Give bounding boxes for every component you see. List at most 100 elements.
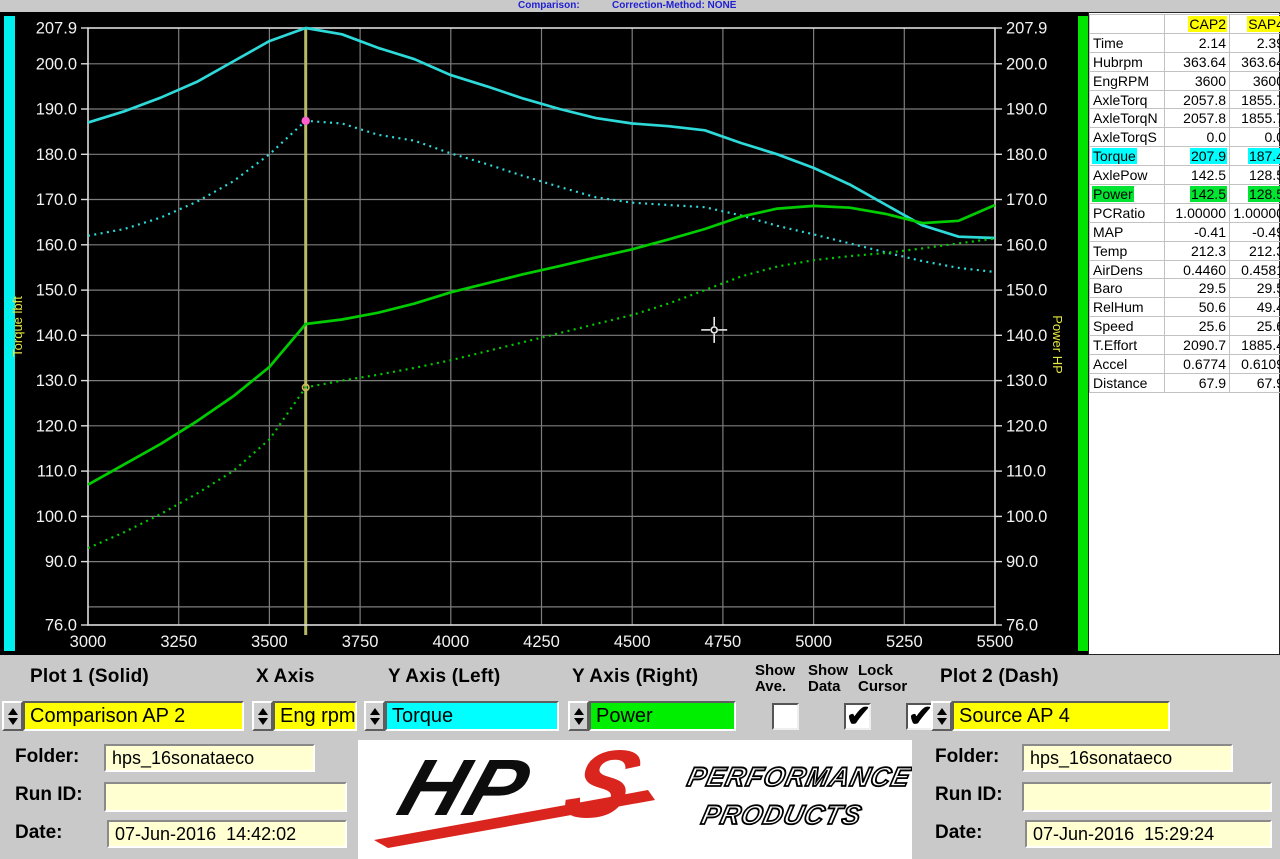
table-row: T.Effort2090.71885.4 (1090, 336, 1280, 355)
show-data-checkbox[interactable]: ✔ (844, 703, 871, 730)
svg-text:180.0: 180.0 (1006, 146, 1047, 164)
row-value: 128.5 (1248, 186, 1280, 202)
date-label-left: Date: (15, 822, 63, 844)
dyno-chart[interactable]: 207.9207.9200.0200.0190.0190.0180.0180.0… (0, 12, 1088, 655)
up-arrow-icon (370, 708, 380, 715)
row-label: Power (1092, 186, 1134, 202)
row-label: EngRPM (1092, 73, 1150, 89)
row-label: AxlePow (1092, 167, 1148, 183)
chart-area: 207.9207.9200.0200.0190.0190.0180.0180.0… (0, 12, 1088, 655)
show-data-label: ShowData (808, 663, 848, 695)
svg-text:207.9: 207.9 (1006, 20, 1047, 38)
table-row: AirDens0.44600.4581 (1090, 260, 1280, 279)
table-row: Time2.142.39 (1090, 33, 1280, 52)
row-value: 25.6 (1256, 318, 1280, 334)
folder-input-left[interactable]: hps_16sonataeco (104, 744, 315, 772)
svg-text:190.0: 190.0 (1006, 101, 1047, 119)
row-label: MAP (1092, 224, 1124, 240)
row-value: 2.39 (1256, 35, 1280, 51)
up-arrow-icon (8, 708, 18, 715)
table-row: AxleTorq2057.81855.7 (1090, 90, 1280, 109)
up-arrow-icon (258, 708, 268, 715)
yaxis-right-field[interactable]: Power (589, 701, 736, 731)
svg-text:5250: 5250 (886, 633, 923, 651)
svg-text:160.0: 160.0 (36, 236, 77, 254)
table-row: RelHum 50.6 49.4 (1090, 298, 1280, 317)
table-header-row: CAP2 SAP4 (1090, 15, 1280, 34)
row-label: RelHum (1092, 299, 1145, 315)
date-input-left[interactable]: 07-Jun-2016 14:42:02 (107, 820, 347, 848)
plot2-field[interactable]: Source AP 4 (952, 701, 1170, 731)
row-value: 2057.8 (1182, 92, 1227, 108)
table-row: Speed25.625.6 (1090, 317, 1280, 336)
run-id-input-left[interactable] (104, 782, 347, 812)
svg-text:120.0: 120.0 (36, 417, 77, 435)
row-value: 0.6109 (1240, 356, 1280, 372)
svg-text:110.0: 110.0 (37, 463, 77, 481)
row-label: PCRatio (1092, 205, 1146, 221)
row-value: 363.64 (1182, 54, 1227, 70)
row-value: 0.4581 (1240, 262, 1280, 278)
row-label: AxleTorqS (1092, 129, 1158, 145)
row-value: 1.00000 (1232, 205, 1280, 221)
svg-text:4000: 4000 (432, 633, 469, 651)
yaxis-right-label: Y Axis (Right) (572, 666, 698, 688)
plot1-field[interactable]: Comparison AP 2 (23, 701, 244, 731)
date-label-right: Date: (935, 822, 983, 844)
svg-text:207.9: 207.9 (36, 20, 77, 38)
run-id-input-right[interactable] (1022, 782, 1272, 812)
svg-text:110.0: 110.0 (1006, 463, 1046, 481)
row-value: 2090.7 (1182, 337, 1227, 353)
lock-cursor-checkbox[interactable]: ✔ (906, 703, 933, 730)
xaxis-field[interactable]: Eng rpm (273, 701, 357, 731)
data-panel: CAP2 SAP4 Time2.142.39Hubrpm363.64363.64… (1088, 12, 1280, 655)
folder-label-right: Folder: (935, 746, 999, 768)
xaxis-spinner[interactable] (252, 701, 273, 731)
svg-text:200.0: 200.0 (36, 55, 77, 73)
row-value: 67.9 (1256, 375, 1280, 391)
yaxis-right-spinner[interactable] (568, 701, 589, 731)
row-value: 1885.4 (1240, 337, 1280, 353)
table-row: MAP-0.41-0.49 (1090, 222, 1280, 241)
svg-text:140.0: 140.0 (36, 327, 77, 345)
column-header-cap2: CAP2 (1188, 16, 1227, 32)
svg-text:160.0: 160.0 (1006, 236, 1047, 254)
up-arrow-icon (574, 708, 584, 715)
plot2-label: Plot 2 (Dash) (940, 666, 1059, 688)
yaxis-left-field[interactable]: Torque (385, 701, 559, 731)
show-ave-label: ShowAve. (755, 663, 795, 695)
table-row: AxleTorqN2057.81855.7 (1090, 109, 1280, 128)
folder-input-right[interactable]: hps_16sonataeco (1022, 744, 1233, 772)
date-input-right[interactable]: 07-Jun-2016 15:29:24 (1025, 820, 1272, 848)
correction-method-label: Correction-Method: NONE (612, 0, 736, 11)
comparison-label: Comparison: (518, 0, 580, 11)
table-row: Temp212.3212.3 (1090, 241, 1280, 260)
table-row: PCRatio1.000001.00000 (1090, 203, 1280, 222)
svg-text:130.0: 130.0 (1006, 372, 1047, 390)
svg-text:5000: 5000 (795, 633, 832, 651)
row-label: AxleTorqN (1092, 110, 1159, 126)
row-value: 142.5 (1190, 186, 1227, 202)
svg-text:120.0: 120.0 (1006, 417, 1047, 435)
svg-text:3750: 3750 (342, 633, 379, 651)
run-id-label-right: Run ID: (935, 784, 1003, 806)
row-value: 50.6 (1198, 299, 1227, 315)
run-id-label-left: Run ID: (15, 784, 83, 806)
header-empty-cell (1090, 15, 1165, 34)
logo-tagline-1: PERFORMANCE (684, 762, 912, 793)
row-value: 49.4 (1256, 299, 1280, 315)
svg-text:90.0: 90.0 (45, 553, 77, 571)
row-label: Accel (1092, 356, 1128, 372)
row-value: 25.6 (1198, 318, 1227, 334)
yaxis-left-spinner[interactable] (364, 701, 385, 731)
row-value: 2.14 (1198, 35, 1227, 51)
svg-text:180.0: 180.0 (36, 146, 77, 164)
down-arrow-icon (370, 718, 380, 725)
show-ave-checkbox[interactable] (772, 703, 799, 730)
plot2-spinner[interactable] (931, 701, 952, 731)
plot1-spinner[interactable] (2, 701, 23, 731)
down-arrow-icon (574, 718, 584, 725)
row-value: 2057.8 (1182, 110, 1227, 126)
table-row: AxleTorqS0.00.0 (1090, 128, 1280, 147)
row-value: 1855.7 (1240, 92, 1280, 108)
